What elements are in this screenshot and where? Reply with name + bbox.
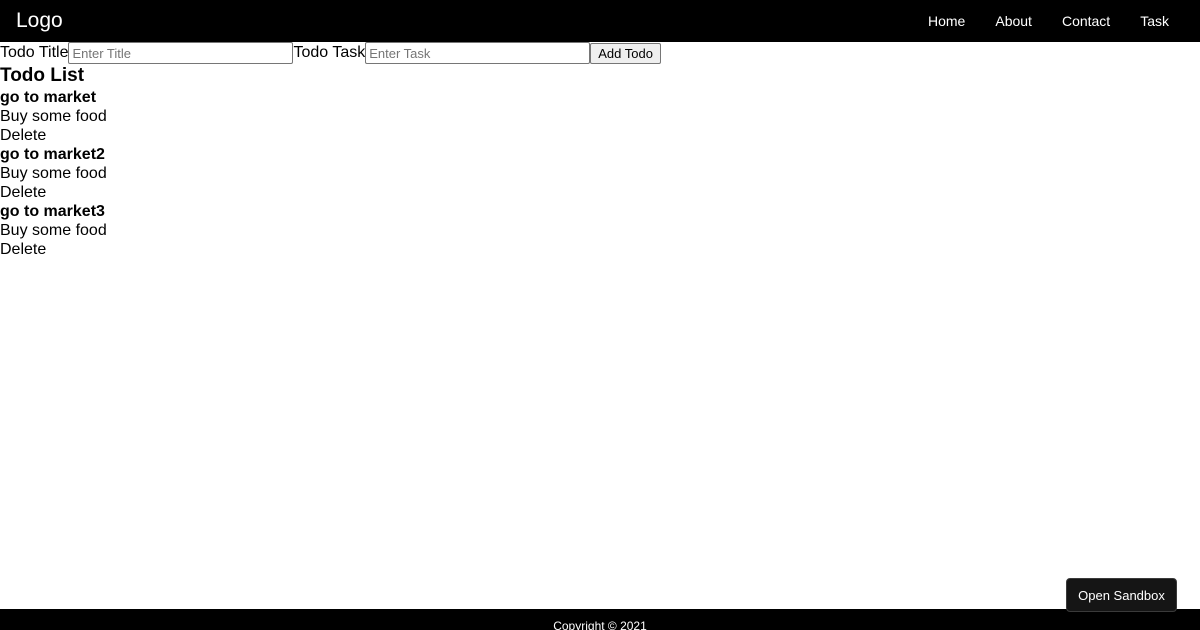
navbar: Logo Home About Contact Task (0, 0, 1200, 42)
todo-item-task: Buy some food (0, 108, 107, 125)
todo-task-label: Todo Task (293, 44, 366, 61)
nav-link-home[interactable]: Home (928, 13, 965, 29)
nav-link-task[interactable]: Task (1140, 13, 1169, 29)
todo-task-input[interactable] (365, 42, 591, 64)
footer: Copyright © 2021 (0, 609, 1200, 630)
todo-item-task: Buy some food (0, 222, 107, 239)
todo-item-task: Buy some food (0, 165, 107, 182)
todo-title-label: Todo Title (0, 44, 69, 61)
nav-link-about[interactable]: About (995, 13, 1032, 29)
todo-item: go to market3 Buy some food Delete (0, 202, 107, 259)
todo-form: Todo Title Todo Task Add Todo (0, 42, 661, 64)
todo-item-title: go to market (0, 89, 97, 106)
todo-item: go to market2 Buy some food Delete (0, 145, 107, 202)
todo-item-delete-button[interactable]: Delete (0, 240, 107, 259)
logo[interactable]: Logo (16, 0, 63, 42)
todo-item: go to market Buy some food Delete (0, 88, 107, 145)
add-todo-button[interactable]: Add Todo (590, 42, 661, 64)
todo-list-heading: Todo List (0, 65, 85, 86)
todo-title-input[interactable] (68, 42, 294, 64)
nav-links: Home About Contact Task (928, 13, 1169, 29)
todo-item-title: go to market2 (0, 146, 105, 163)
todo-item-delete-button[interactable]: Delete (0, 126, 107, 145)
footer-copyright: Copyright © 2021 (553, 619, 647, 630)
todo-item-title: go to market3 (0, 203, 105, 220)
todo-list: Todo List go to market Buy some food Del… (0, 64, 107, 259)
todo-item-delete-button[interactable]: Delete (0, 183, 107, 202)
nav-link-contact[interactable]: Contact (1062, 13, 1110, 29)
open-sandbox-button[interactable]: Open Sandbox (1066, 578, 1177, 612)
